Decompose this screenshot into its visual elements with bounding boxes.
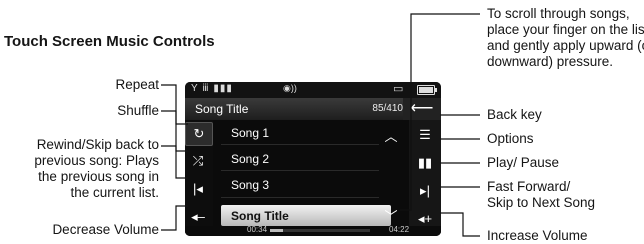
callout-increase-volume [440, 212, 480, 237]
callout-repeat [161, 84, 188, 125]
callout-decrease-volume [161, 205, 188, 231]
callout-lines [161, 13, 480, 237]
callout-scroll [400, 13, 480, 211]
callout-shuffle [161, 110, 188, 152]
